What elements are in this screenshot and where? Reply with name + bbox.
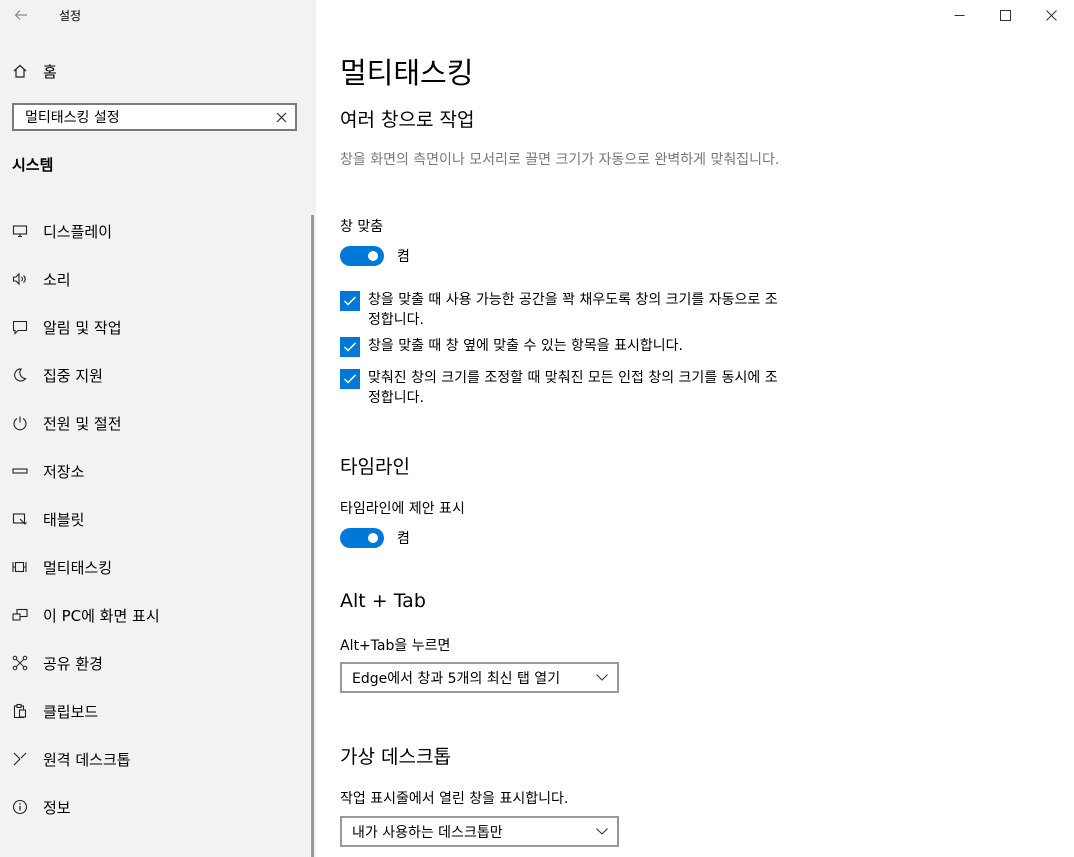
timeline-toggle[interactable]: 켬 — [340, 528, 410, 548]
toggle-switch[interactable] — [340, 246, 384, 266]
tablet-icon — [12, 511, 28, 527]
sidebar-item-label: 공유 환경 — [43, 654, 103, 673]
sidebar-item-shared[interactable]: 공유 환경 — [0, 639, 316, 687]
checkmark-icon[interactable] — [340, 337, 360, 357]
snap-toggle-label: 창 맞춤 — [340, 219, 384, 235]
sidebar-item-label: 원격 데스크톱 — [43, 750, 131, 769]
checkbox-label: 창을 맞출 때 사용 가능한 공간을 꽉 채우도록 창의 크기를 자동으로 조정… — [368, 292, 778, 328]
sidebar-item-label: 태블릿 — [43, 510, 85, 529]
minimize-button[interactable] — [936, 0, 982, 30]
sidebar: 설정 홈 멀티태스킹 설정 시스템 디스플레이 소리 알림 및 작업 집중 지원 — [0, 0, 316, 857]
remote-icon — [12, 751, 28, 767]
toggle-state-label: 켬 — [397, 249, 410, 265]
alttab-heading: Alt + Tab — [340, 590, 426, 612]
close-window-button[interactable] — [1028, 0, 1074, 30]
sidebar-item-label: 이 PC에 화면 표시 — [43, 606, 160, 625]
toggle-knob — [368, 533, 378, 543]
sidebar-item-label: 클립보드 — [43, 702, 99, 721]
snap-option-checkbox[interactable]: 창을 맞출 때 창 옆에 맞출 수 있는 항목을 표시합니다. — [340, 336, 790, 357]
dropdown-selected: 내가 사용하는 데스크톱만 — [352, 824, 503, 841]
moon-icon — [12, 367, 28, 383]
sidebar-item-label: 집중 지원 — [43, 366, 103, 385]
sidebar-item-label: 소리 — [43, 270, 71, 289]
dropdown-selected: Edge에서 창과 5개의 최신 탭 열기 — [352, 670, 561, 687]
close-icon — [1045, 9, 1057, 21]
snap-toggle[interactable]: 켬 — [340, 246, 410, 266]
toggle-state-label: 켬 — [397, 531, 410, 547]
minimize-icon — [954, 14, 964, 16]
maximize-button[interactable] — [982, 0, 1028, 30]
home-icon — [12, 63, 28, 79]
vdesktop-dropdown[interactable]: 내가 사용하는 데스크톱만 — [340, 816, 619, 847]
sidebar-item-storage[interactable]: 저장소 — [0, 447, 316, 495]
sidebar-item-label: 정보 — [43, 798, 71, 817]
sidebar-item-label: 저장소 — [43, 462, 85, 481]
sidebar-item-home[interactable]: 홈 — [0, 56, 316, 86]
vdesktop-heading: 가상 데스크톱 — [340, 746, 451, 768]
vdesktop-label: 작업 표시줄에서 열린 창을 표시합니다. — [340, 791, 569, 807]
sidebar-section-title: 시스템 — [12, 156, 54, 174]
toggle-switch[interactable] — [340, 528, 384, 548]
sidebar-item-sound[interactable]: 소리 — [0, 255, 316, 303]
toggle-knob — [368, 251, 378, 261]
sidebar-scrollbar[interactable] — [311, 215, 314, 857]
sidebar-item-remote-desktop[interactable]: 원격 데스크톱 — [0, 735, 316, 783]
app-title: 설정 — [59, 9, 82, 23]
clipboard-icon — [12, 703, 28, 719]
snap-option-checkbox[interactable]: 맞춰진 창의 크기를 조정할 때 맞춰진 모든 인접 창의 크기를 동시에 조정… — [340, 368, 790, 408]
checkbox-label: 창을 맞출 때 창 옆에 맞출 수 있는 항목을 표시합니다. — [368, 338, 683, 354]
snap-option-checkbox[interactable]: 창을 맞출 때 사용 가능한 공간을 꽉 채우도록 창의 크기를 자동으로 조정… — [340, 290, 790, 330]
monitor-icon — [12, 223, 28, 239]
sidebar-item-focus[interactable]: 집중 지원 — [0, 351, 316, 399]
sidebar-item-multitasking[interactable]: 멀티태스킹 — [0, 543, 316, 591]
sidebar-item-display[interactable]: 디스플레이 — [0, 207, 316, 255]
timeline-heading: 타임라인 — [340, 456, 410, 478]
storage-icon — [12, 463, 28, 479]
close-icon[interactable] — [267, 105, 295, 129]
alttab-label: Alt+Tab을 누르면 — [340, 638, 451, 654]
speaker-icon — [12, 271, 28, 287]
sidebar-item-notifications[interactable]: 알림 및 작업 — [0, 303, 316, 351]
project-icon — [12, 607, 28, 623]
sidebar-item-label: 멀티태스킹 — [43, 558, 113, 577]
sidebar-item-label: 전원 및 절전 — [43, 414, 122, 433]
sidebar-item-about[interactable]: 정보 — [0, 783, 316, 831]
sidebar-item-power[interactable]: 전원 및 절전 — [0, 399, 316, 447]
sidebar-item-tablet[interactable]: 태블릿 — [0, 495, 316, 543]
chevron-down-icon — [591, 828, 613, 835]
sidebar-nav: 디스플레이 소리 알림 및 작업 집중 지원 전원 및 절전 저장소 태블릿 멀… — [0, 207, 316, 831]
maximize-icon — [999, 9, 1011, 21]
page-title: 멀티태스킹 — [340, 56, 474, 90]
message-icon — [12, 319, 28, 335]
checkmark-icon[interactable] — [340, 369, 360, 389]
main-content: 멀티태스킹 여러 창으로 작업 창을 화면의 측면이나 모서리로 끌면 크기가 … — [316, 0, 1074, 857]
back-arrow-icon[interactable] — [10, 4, 32, 26]
sidebar-item-label: 디스플레이 — [43, 222, 113, 241]
alttab-dropdown[interactable]: Edge에서 창과 5개의 최신 탭 열기 — [340, 662, 619, 693]
share-icon — [12, 655, 28, 671]
sidebar-item-clipboard[interactable]: 클립보드 — [0, 687, 316, 735]
sidebar-item-label: 알림 및 작업 — [43, 318, 122, 337]
sidebar-item-project[interactable]: 이 PC에 화면 표시 — [0, 591, 316, 639]
sidebar-item-label: 홈 — [43, 62, 57, 81]
timeline-toggle-label: 타임라인에 제안 표시 — [340, 501, 465, 517]
snap-description: 창을 화면의 측면이나 모서리로 끌면 크기가 자동으로 완벽하게 맞춰집니다. — [340, 152, 780, 168]
multitask-icon — [12, 559, 28, 575]
checkbox-label: 맞춰진 창의 크기를 조정할 때 맞춰진 모든 인접 창의 크기를 동시에 조정… — [368, 370, 778, 406]
chevron-down-icon — [591, 674, 613, 681]
search-input[interactable]: 멀티태스킹 설정 — [12, 103, 297, 131]
info-icon — [12, 799, 28, 815]
checkmark-icon[interactable] — [340, 291, 360, 311]
search-input-value: 멀티태스킹 설정 — [25, 110, 120, 126]
power-icon — [12, 415, 28, 431]
snap-heading: 여러 창으로 작업 — [340, 109, 475, 131]
